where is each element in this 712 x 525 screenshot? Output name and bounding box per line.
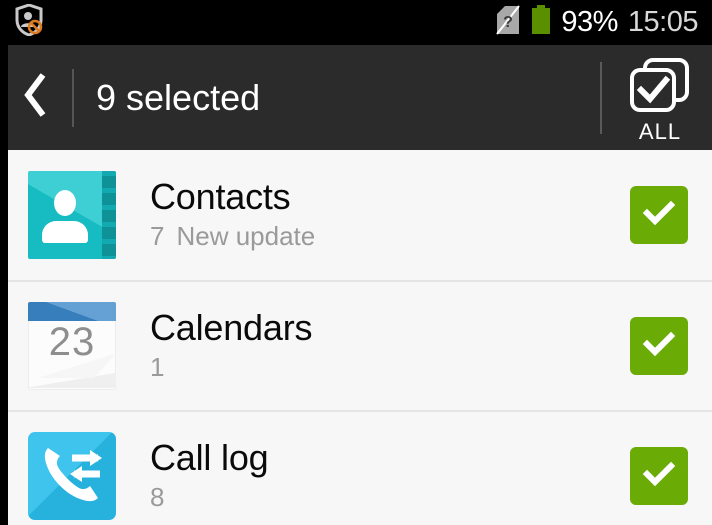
row-icon: 23 <box>28 302 116 390</box>
phone-screen: ? 93% 15:05 9 selected ALL Contacts 7 Ne… <box>0 0 712 525</box>
select-all-checkbox-icon <box>629 57 691 118</box>
status-bar-system-icons: ? 93% 15:05 <box>495 4 699 41</box>
contacts-icon <box>28 171 116 259</box>
list-item[interactable]: Contacts 7 New update <box>0 150 712 280</box>
screen-left-edge <box>0 45 8 525</box>
list-item-checkbox[interactable] <box>630 317 688 375</box>
calendar-icon: 23 <box>28 302 116 390</box>
action-bar: 9 selected ALL <box>0 45 712 150</box>
checkmark-icon <box>639 193 679 238</box>
list-item[interactable]: Call log 8 <box>0 410 712 525</box>
row-icon <box>28 171 116 259</box>
list-item-detail: New update <box>176 220 316 251</box>
back-button[interactable] <box>0 45 72 150</box>
checkmark-icon <box>639 324 679 369</box>
list-item-subtitle: 8 <box>150 481 630 514</box>
app-data-list: Contacts 7 New update 23 Calendars 1 Cal… <box>0 150 712 525</box>
page-title: 9 selected <box>96 76 261 118</box>
row-text: Contacts 7 New update <box>116 175 630 253</box>
list-item-count: 1 <box>150 351 165 382</box>
status-bar-notifications <box>14 3 44 41</box>
status-bar: ? 93% 15:05 <box>0 0 712 45</box>
list-item-checkbox[interactable] <box>630 186 688 244</box>
row-text: Call log 8 <box>116 436 630 514</box>
list-item-title: Contacts <box>150 175 291 217</box>
contacts-icon-person-head <box>54 190 76 216</box>
list-item-count: 7 <box>150 220 165 251</box>
status-bar-clock: 15:05 <box>627 6 699 38</box>
contacts-icon-person-body <box>42 221 88 243</box>
action-bar-divider-right <box>600 61 602 134</box>
list-item-title: Calendars <box>150 306 313 348</box>
list-item-title: Call log <box>150 436 269 478</box>
select-all-button[interactable]: ALL <box>608 45 712 150</box>
list-item-count: 8 <box>150 481 165 512</box>
battery-full-icon <box>531 4 551 41</box>
list-item-checkbox[interactable] <box>630 447 688 505</box>
calendar-icon-day-number: 23 <box>48 320 96 364</box>
battery-percentage: 93% <box>561 6 618 38</box>
back-chevron-icon <box>23 72 49 123</box>
list-item-subtitle: 7 New update <box>150 220 630 253</box>
shield-person-icon <box>14 3 44 41</box>
row-text: Calendars 1 <box>116 306 630 384</box>
row-icon <box>28 432 116 520</box>
list-item-subtitle: 1 <box>150 351 630 384</box>
calendar-icon-header-bar <box>28 302 116 321</box>
checkmark-icon <box>639 454 679 499</box>
contacts-icon-spine <box>102 171 116 259</box>
sim-card-question-icon: ? <box>495 4 521 41</box>
select-all-label: ALL <box>638 118 682 144</box>
svg-text:?: ? <box>503 14 513 31</box>
call-log-icon <box>28 432 116 520</box>
list-item[interactable]: 23 Calendars 1 <box>0 280 712 410</box>
